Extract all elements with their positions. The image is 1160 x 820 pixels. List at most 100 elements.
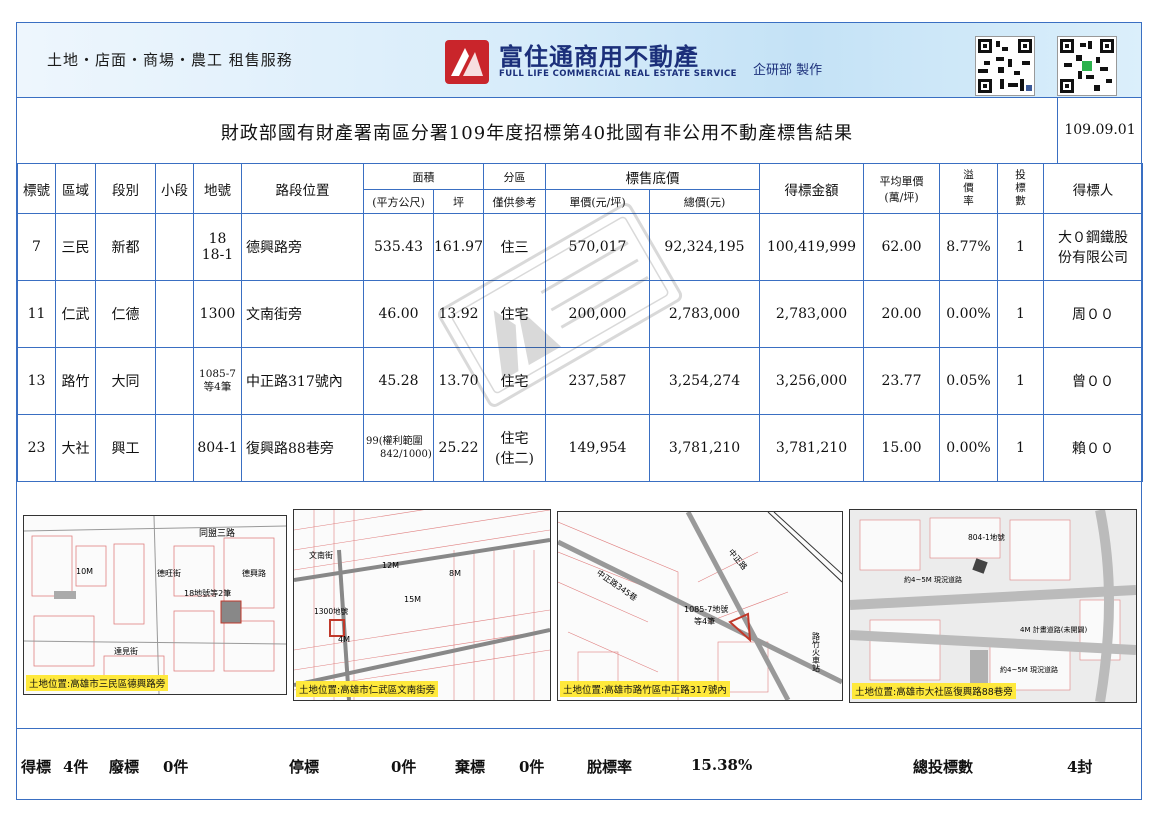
cell-avg-unit-price: 23.77 (863, 347, 940, 415)
cell-district: 路竹 (55, 347, 96, 415)
winner-line: 大０鋼鐵股 (1058, 230, 1128, 246)
cell-total-price: 3,781,210 (649, 414, 760, 482)
cell-winning-amount: 3,256,000 (759, 347, 864, 415)
header-row: 標號 區域 段別 小段 地號 路段位置 面積 分區 標售底價 得標金額 平均單價… (17, 163, 1143, 214)
cell-subsection (155, 280, 194, 348)
won-value: 4件 (63, 758, 89, 776)
map-label: 約4~5M 現況道路 (1000, 665, 1058, 674)
suspended-value: 0件 (391, 758, 417, 776)
parcel-line: 18-1 (201, 247, 234, 263)
qr-code-icon[interactable] (975, 36, 1035, 96)
map-label: 15M (404, 595, 421, 604)
winner-line: 份有限公司 (1058, 250, 1128, 266)
cell-section: 新都 (95, 213, 156, 281)
map-label: 10M (76, 567, 93, 576)
cell-unit-price: 570,017 (545, 213, 650, 281)
abandoned-label: 棄標 (455, 758, 486, 776)
cell-lot-no: 11 (17, 280, 56, 348)
cell-parcel: 1085-7 等4筆 (193, 347, 242, 415)
col-zoning-note: 僅供參考 (483, 189, 546, 214)
col-unit-price: 單價(元/坪) (545, 189, 650, 214)
cell-section: 大同 (95, 347, 156, 415)
cell-bids: 1 (997, 280, 1044, 348)
col-winner: 得標人 (1043, 163, 1143, 214)
cell-area-m2: 535.43 (363, 213, 434, 281)
col-avg-unit-price-line1: 平均單價 (879, 174, 924, 188)
map-label: 12M (382, 561, 399, 570)
location-map-3: 中正路345巷 中正路 1085-7地號 等4筆 路竹火車站 土地位置:高雄市路… (557, 511, 843, 701)
cell-lot-no: 23 (17, 414, 56, 482)
table-row: 13 路竹 大同 1085-7 等4筆 中正路317號內 45.28 13.70 … (17, 347, 1143, 415)
map-label: 達見街 (114, 646, 138, 656)
qr-code-icon[interactable] (1057, 36, 1117, 96)
col-bids: 投 標 數 (997, 163, 1044, 214)
cell-area-ping: 13.70 (433, 347, 484, 415)
table-row: 11 仁武 仁德 1300 文南街旁 46.00 13.92 住宅 200,00… (17, 280, 1143, 348)
map-label: 德興路 (242, 568, 266, 578)
parcel-line: 等4筆 (203, 381, 232, 393)
cell-bids: 1 (997, 213, 1044, 281)
col-area: 面積 (363, 163, 484, 190)
table-row: 7 三民 新都 18 18-1 德興路旁 535.43 161.97 住三 570… (17, 213, 1143, 281)
maps-section: 同盟三路 10M 德旺街 18地號等2筆 德興路 達見街 土地位置:高雄市三民區… (17, 483, 1141, 729)
cell-area-ping: 25.22 (433, 414, 484, 482)
cell-winning-amount: 100,419,999 (759, 213, 864, 281)
cell-winner: 曾００ (1043, 347, 1143, 415)
page-title: 財政部國有財產署南區分署109年度招標第40批國有非公用不動產標售結果 (220, 123, 854, 144)
cell-location: 德興路旁 (241, 213, 364, 281)
col-premium-char: 價 (963, 182, 974, 194)
col-section: 段別 (95, 163, 156, 214)
cell-premium: 0.05% (939, 347, 998, 415)
cell-area-ping: 13.92 (433, 280, 484, 348)
location-map-2: 文南街 12M 8M 15M 1300地號 4M 土地位置:高雄市仁武區文南街旁 (293, 509, 551, 701)
map-label: 18地號等2筆 (184, 588, 231, 598)
zoning-line: (住二) (495, 451, 534, 467)
cell-section: 仁德 (95, 280, 156, 348)
total-bids-value: 4封 (1067, 758, 1093, 776)
company-logo-icon (445, 40, 489, 84)
cell-subsection (155, 347, 194, 415)
map-label: 同盟三路 (199, 527, 235, 539)
total-bids-label: 總投標數 (913, 758, 974, 776)
col-district: 區域 (55, 163, 96, 214)
map-label: 等4筆 (694, 616, 715, 626)
summary-footer: 得標 4件 廢標 0件 停標 0件 棄標 0件 脫標率 15.38% 總投標數 … (17, 728, 1141, 800)
cell-avg-unit-price: 62.00 (863, 213, 940, 281)
unsold-rate-label: 脫標率 (587, 758, 633, 776)
cell-section: 興工 (95, 414, 156, 482)
cell-total-price: 3,254,274 (649, 347, 760, 415)
cell-total-price: 2,783,000 (649, 280, 760, 348)
parcel-line: 18 (208, 231, 227, 247)
cell-parcel: 1300 (193, 280, 242, 348)
cell-district: 仁武 (55, 280, 96, 348)
cell-premium: 0.00% (939, 414, 998, 482)
col-winning-amount: 得標金額 (759, 163, 864, 214)
map-caption: 土地位置:高雄市路竹區中正路317號內 (560, 681, 730, 697)
location-map-4: 804-1地號 約4~5M 現況道路 4M 計畫道路(未開闢) 約4~5M 現況… (849, 509, 1137, 703)
col-bids-char: 數 (1015, 195, 1026, 207)
cell-location: 文南街旁 (241, 280, 364, 348)
col-premium: 溢 價 率 (939, 163, 998, 214)
cell-zoning: 住宅 (住二) (483, 414, 546, 482)
col-lot-no: 標號 (17, 163, 56, 214)
col-area-ping: 坪 (433, 189, 484, 214)
zoning-line: 住宅 (500, 431, 529, 447)
area-line: 842/1000) (380, 449, 432, 460)
void-label: 廢標 (109, 758, 140, 776)
cell-district: 大社 (55, 414, 96, 482)
cell-zoning: 住宅 (483, 280, 546, 348)
col-bids-char: 標 (1015, 182, 1026, 194)
cell-area-m2: 45.28 (363, 347, 434, 415)
col-parcel: 地號 (193, 163, 242, 214)
map-label: 中正路 (726, 547, 749, 572)
cell-location: 復興路88巷旁 (241, 414, 364, 482)
brand-name: 富住通商用不動產 (499, 43, 699, 71)
cell-parcel: 804-1 (193, 414, 242, 482)
map-label: 約4~5M 現況道路 (904, 575, 962, 584)
area-line: 99(權利範圍 (366, 436, 423, 447)
header-banner: 土地・店面・商場・農工 租售服務 富住通商用不動產 FULL LIFE COMM… (17, 23, 1141, 98)
location-map-1: 同盟三路 10M 德旺街 18地號等2筆 德興路 達見街 土地位置:高雄市三民區… (23, 515, 287, 695)
cell-bids: 1 (997, 347, 1044, 415)
map-label: 路竹火車站 (812, 631, 821, 673)
col-area-m2: (平方公尺) (363, 189, 434, 214)
